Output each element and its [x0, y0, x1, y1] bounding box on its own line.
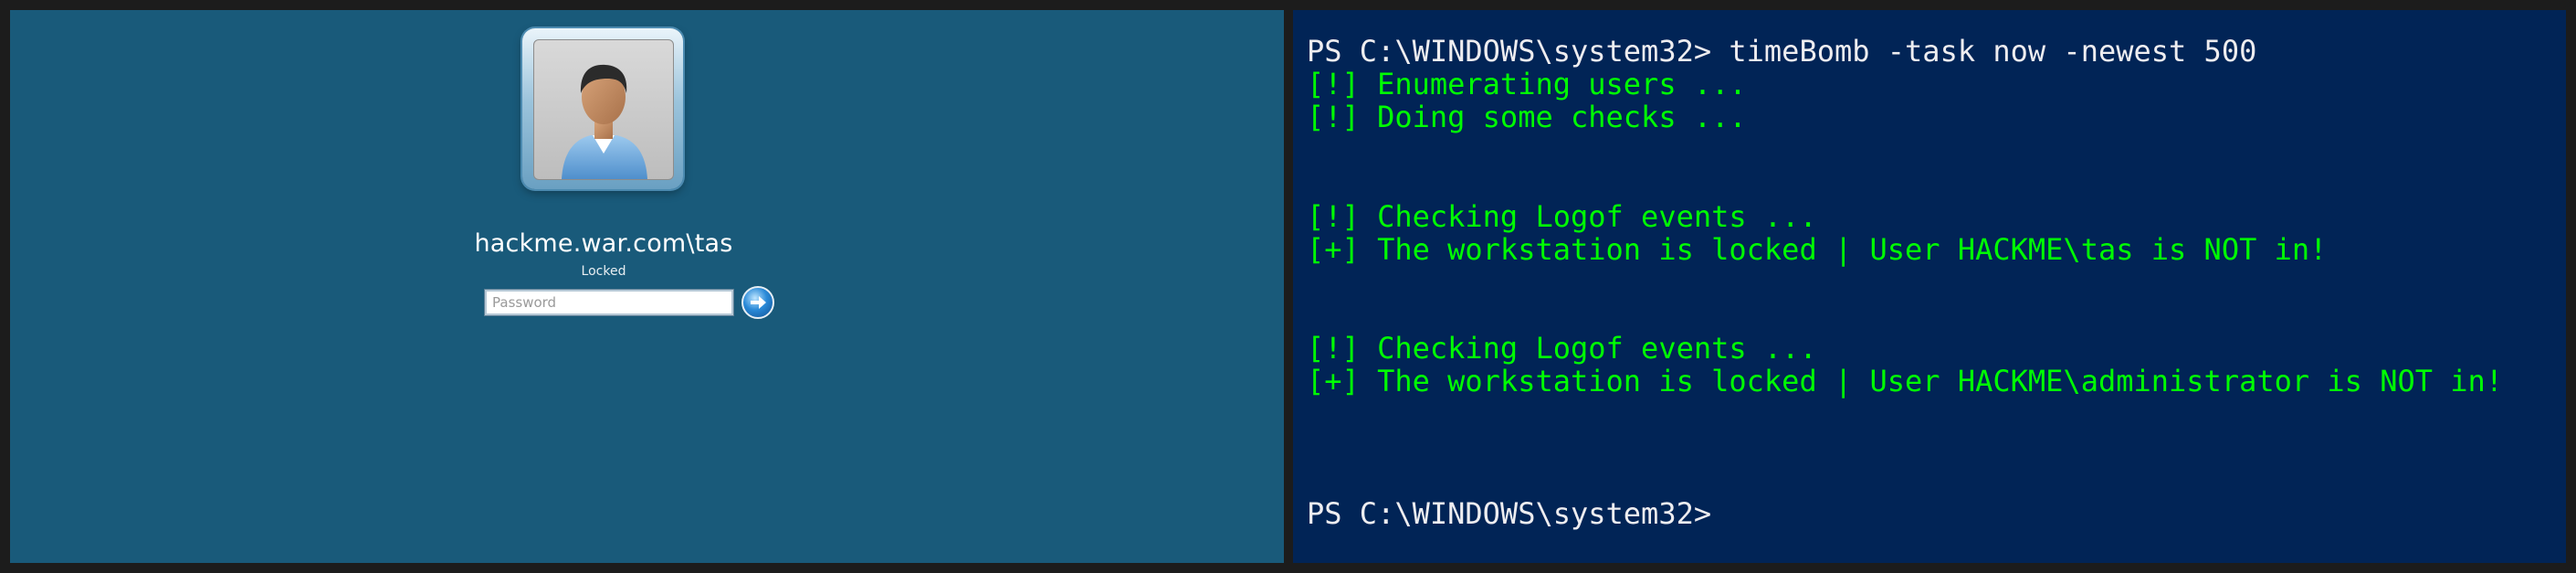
submit-arrow-button[interactable] — [741, 286, 774, 319]
console-line: [+] The workstation is locked | User HAC… — [1307, 232, 2328, 267]
console-line: [!] Doing some checks ... — [1307, 100, 1747, 134]
person-icon — [562, 64, 647, 179]
console-line: [+] The workstation is locked | User HAC… — [1307, 364, 2504, 398]
console-line: [!] Enumerating users ... — [1307, 67, 1747, 101]
console-line: PS C:\WINDOWS\system32> timeBomb -task n… — [1307, 34, 2257, 69]
console-line: [!] Checking Logof events ... — [1307, 331, 1817, 366]
lock-screen-username: hackme.war.com\tas — [474, 229, 733, 258]
console-line: [!] Checking Logof events ... — [1307, 199, 1817, 234]
arrow-right-icon — [751, 296, 766, 309]
powershell-console[interactable]: PS C:\WINDOWS\system32> timeBomb -task n… — [1293, 10, 2566, 563]
password-input[interactable] — [484, 289, 734, 316]
pane-divider — [1284, 10, 1293, 563]
split-screen-frame: hackme.war.com\tas Locked PS C:\WINDOWS\… — [0, 0, 2576, 573]
user-tile — [522, 28, 683, 189]
user-avatar — [533, 39, 674, 180]
console-line: PS C:\WINDOWS\system32> — [1307, 496, 1712, 531]
windows-lock-screen: hackme.war.com\tas Locked — [10, 10, 1284, 563]
lock-status: Locked — [581, 264, 626, 279]
